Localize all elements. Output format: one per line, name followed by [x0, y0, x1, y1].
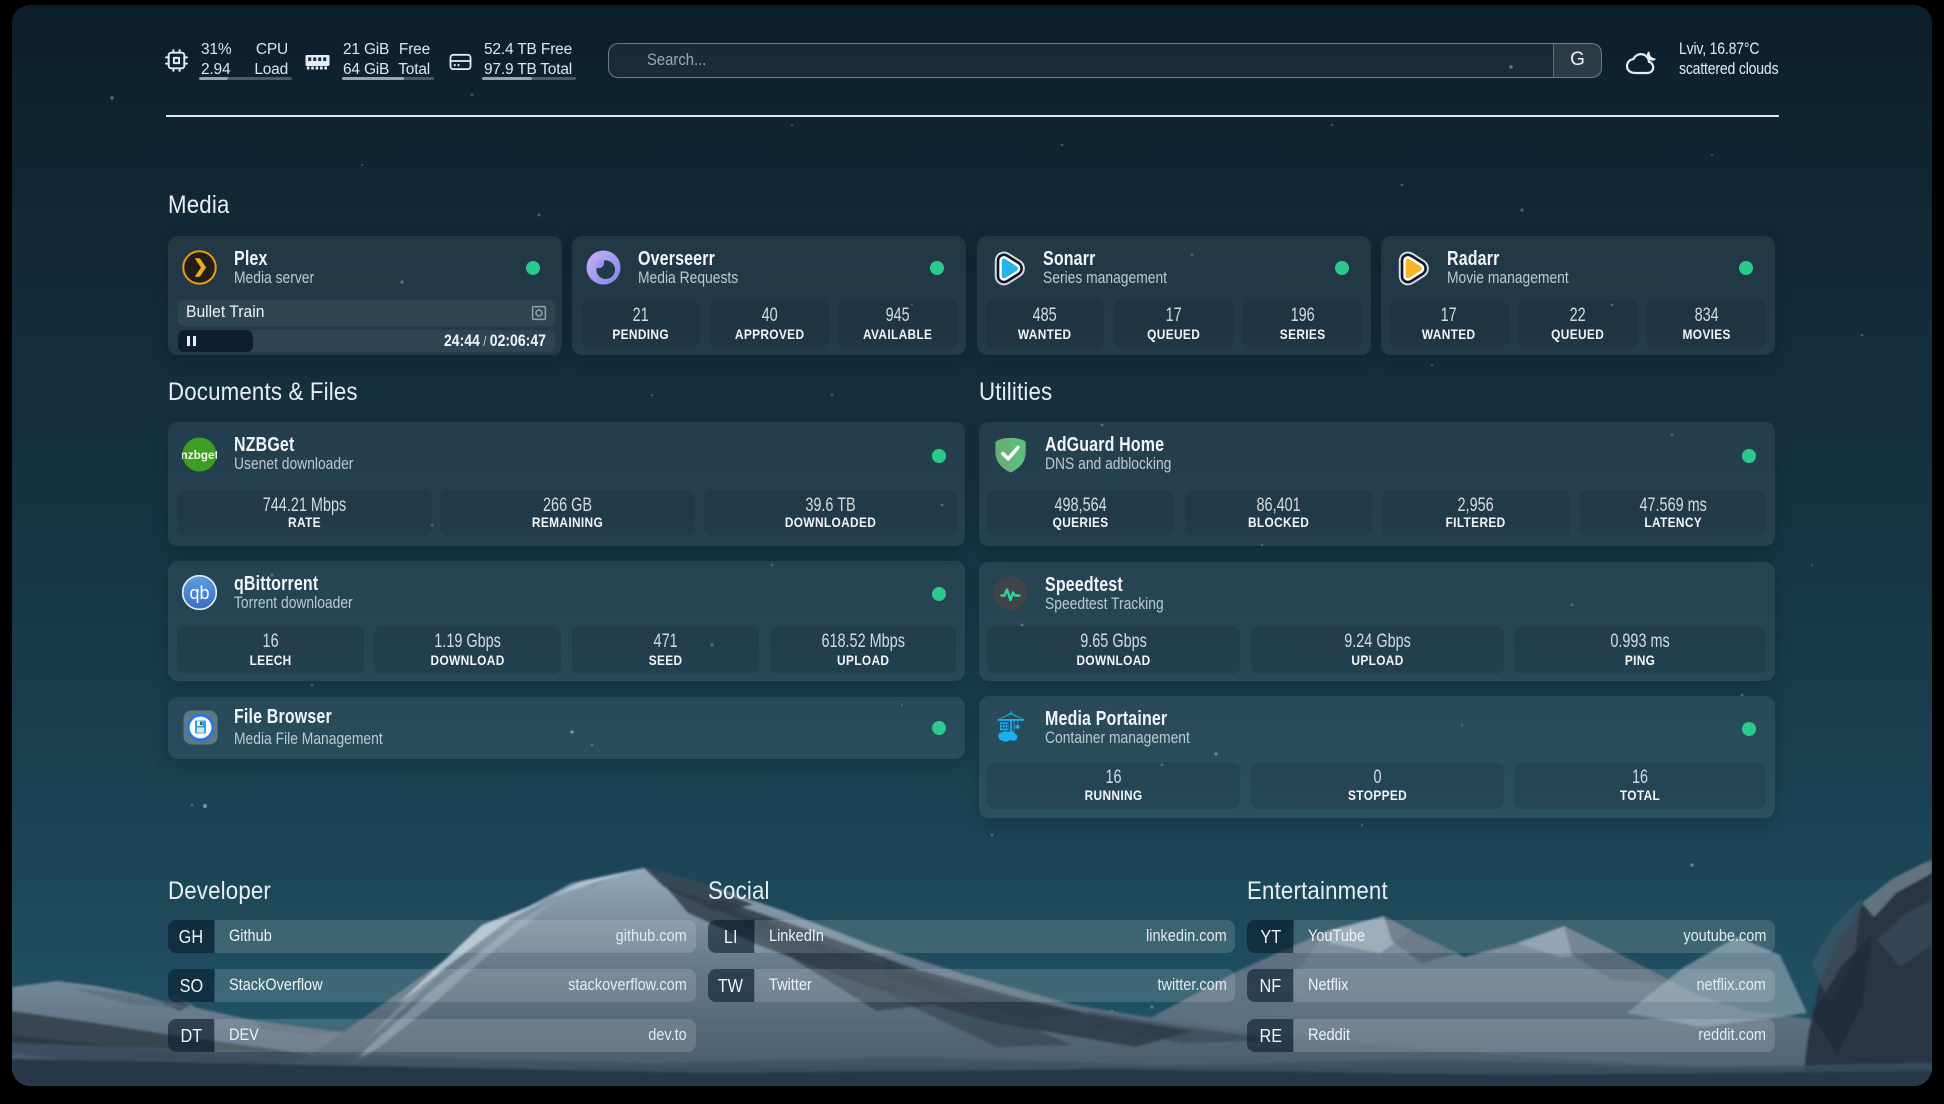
svg-text:qb: qb — [189, 583, 209, 603]
svg-text:nzbget: nzbget — [182, 448, 217, 462]
